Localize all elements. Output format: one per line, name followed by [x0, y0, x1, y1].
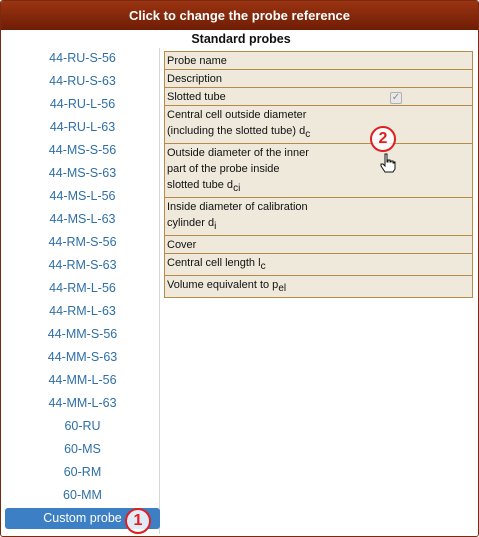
property-label: Outside diameter of the inner	[167, 147, 309, 159]
probe-item[interactable]: 44-MM-L-56	[5, 370, 160, 391]
annotation-badge-2: 2	[370, 126, 396, 152]
probe-item[interactable]: 44-RU-S-56	[5, 48, 160, 69]
change-probe-reference-bar[interactable]: Click to change the probe reference	[1, 1, 478, 30]
property-label: Inside diameter of calibration	[167, 201, 308, 213]
property-label: Description	[167, 73, 223, 85]
probe-item[interactable]: 44-MS-L-56	[5, 186, 160, 207]
property-label: Probe name	[167, 55, 227, 67]
probe-item[interactable]: 44-RU-L-63	[5, 117, 160, 138]
property-subscript: el	[278, 283, 287, 294]
property-row[interactable]: Outside diameter of the inner part of the…	[165, 144, 472, 198]
property-row[interactable]: Slotted tube ✓	[165, 88, 472, 106]
probe-item[interactable]: 44-MM-L-63	[5, 393, 160, 414]
probe-item[interactable]: 60-MS	[5, 439, 160, 460]
probe-item[interactable]: 44-RM-L-63	[5, 301, 160, 322]
probe-item[interactable]: 60-RU	[5, 416, 160, 437]
property-row[interactable]: Probe name	[165, 52, 472, 70]
probe-properties-table: Probe name Description Slotted tube ✓ Centra…	[164, 51, 473, 298]
probe-dialog: Click to change the probe reference Stan…	[0, 0, 479, 537]
probe-item[interactable]: 44-MS-S-56	[5, 140, 160, 161]
property-subscript: i	[214, 221, 217, 232]
slotted-tube-checkbox[interactable]: ✓	[390, 92, 402, 104]
title-bar-text: Click to change the probe reference	[128, 8, 351, 23]
property-label: Central cell outside diameter	[167, 109, 307, 121]
property-subscript: c	[260, 261, 266, 272]
annotation-badge-1: 1	[125, 508, 151, 534]
property-row[interactable]: Central cell outside diameter (including …	[165, 106, 472, 144]
probe-list: 44-RU-S-56 44-RU-S-63 44-RU-L-56 44-RU-L-63…	[5, 48, 160, 534]
probe-item[interactable]: 44-MS-L-63	[5, 209, 160, 230]
probe-item[interactable]: 44-RM-S-56	[5, 232, 160, 253]
property-row[interactable]: Central cell length lc	[165, 254, 472, 276]
property-subscript: ci	[233, 183, 241, 194]
probe-item[interactable]: 60-MM	[5, 485, 160, 506]
probe-item[interactable]: 44-MM-S-56	[5, 324, 160, 345]
property-row[interactable]: Description	[165, 70, 472, 88]
property-row[interactable]: Volume equivalent to pel	[165, 276, 472, 297]
property-label: Volume equivalent to pel	[167, 279, 287, 294]
property-row[interactable]: Inside diameter of calibration cylinder d…	[165, 198, 472, 236]
probe-item[interactable]: 44-MM-S-63	[5, 347, 160, 368]
property-label: slotted tube dci	[167, 179, 241, 194]
probe-item[interactable]: 44-RU-S-63	[5, 71, 160, 92]
probe-item[interactable]: 44-RU-L-56	[5, 94, 160, 115]
property-label: Slotted tube	[167, 91, 226, 103]
property-row[interactable]: Cover	[165, 236, 472, 254]
probe-item[interactable]: 44-RM-S-63	[5, 255, 160, 276]
section-title: Standard probes	[191, 32, 291, 46]
property-label: Cover	[167, 239, 197, 251]
property-label: Central cell length lc	[167, 257, 266, 272]
property-label: cylinder di	[167, 217, 217, 232]
probe-item[interactable]: 44-MS-S-63	[5, 163, 160, 184]
property-label: (including the slotted tube) dc	[167, 125, 311, 140]
probe-item[interactable]: 44-RM-L-56	[5, 278, 160, 299]
hand-pointer-icon	[380, 153, 396, 173]
probe-item[interactable]: 60-RM	[5, 462, 160, 483]
property-label: part of the probe inside	[167, 163, 280, 175]
property-subscript: c	[305, 129, 311, 140]
